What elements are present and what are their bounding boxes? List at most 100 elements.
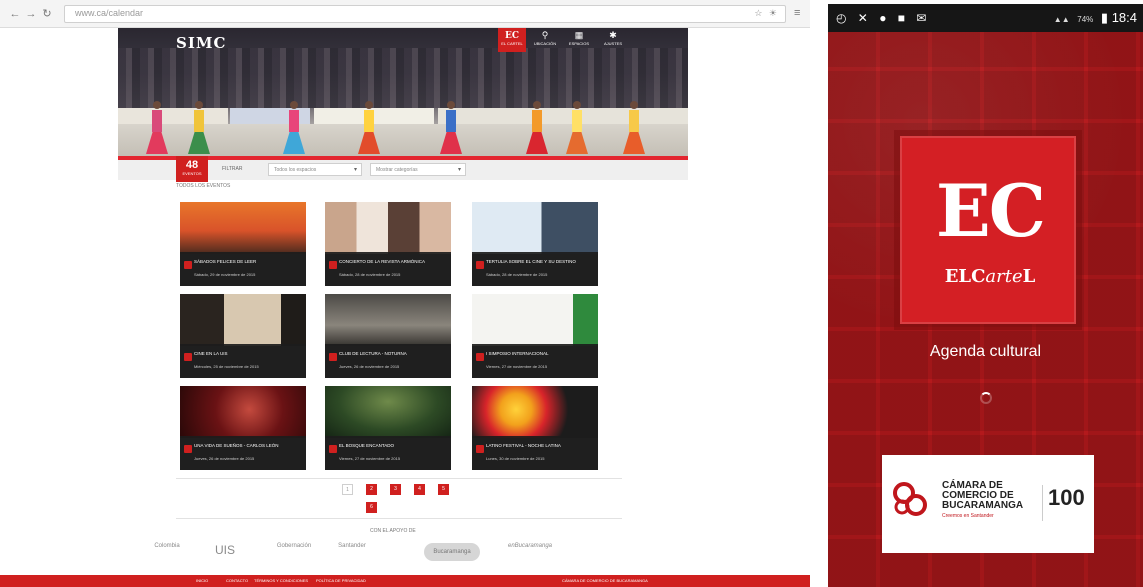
address-bar[interactable]: www.ca/calendar ☆ ☀ (64, 5, 786, 23)
event-date: Jueves, 26 de noviembre de 2015 (339, 364, 400, 369)
event-card[interactable]: TERTULIA SOBRE EL CINE Y SU DESTINO Sába… (472, 202, 598, 286)
dancer-figure (526, 101, 548, 154)
dancer-figure (358, 101, 380, 154)
event-card[interactable]: EL BOSQUE ENCANTADO Viernes, 27 de novie… (325, 386, 451, 470)
calendar-icon (476, 445, 484, 453)
footer-link[interactable]: TÉRMINOS Y CONDICIONES (254, 578, 308, 583)
bookmark-star-icon[interactable]: ☆ ☀ (754, 8, 779, 19)
event-caption: EL BOSQUE ENCANTADO Viernes, 27 de novie… (325, 436, 451, 470)
event-image (325, 294, 451, 346)
dancer-figure (566, 101, 588, 154)
calendar-icon (184, 353, 192, 361)
sponsor-card: CÁMARA DE COMERCIO DE BUCARAMANGA Creemo… (882, 455, 1094, 553)
event-card[interactable]: CINE EN LA UIS Miércoles, 25 de noviembr… (180, 294, 306, 378)
nav-spaces[interactable]: ▦ ESPACIOS (562, 30, 596, 52)
logo-monogram: EC (935, 168, 1046, 253)
reload-icon[interactable]: ↻ (40, 7, 54, 21)
calendar-icon (329, 353, 337, 361)
event-card[interactable]: LATINO FESTIVAL - NOCHE LATINA Lunes, 30… (472, 386, 598, 470)
sponsor-logo[interactable]: enBucaramanga (500, 543, 560, 561)
nav-settings-label: AJUSTES (603, 41, 622, 46)
footer-link[interactable]: POLÍTICA DE PRIVACIDAD (316, 578, 366, 583)
event-caption: SÁBADOS FELICES DE LEER Sábado, 29 de no… (180, 252, 306, 286)
back-arrow-icon[interactable]: ← (8, 7, 22, 21)
event-image (472, 294, 598, 346)
event-card[interactable]: CONCIERTO DE LA REVISTA ARMÓNICA Sábado,… (325, 202, 451, 286)
event-title: I SIMPOSIO INTERNACIONAL (486, 351, 549, 356)
nav-location-label: UBICACIÓN (533, 41, 557, 46)
event-card[interactable]: CLUB DE LECTURA - NOTURNA Jueves, 26 de … (325, 294, 451, 378)
footer-link[interactable]: CONTACTO (226, 578, 248, 583)
event-title: EL BOSQUE ENCANTADO (339, 443, 395, 448)
chevron-down-icon: ▾ (457, 167, 461, 173)
site-logo[interactable]: SIMC (176, 34, 226, 52)
page-button[interactable]: 6 (366, 502, 377, 513)
page-button[interactable]: 2 (366, 484, 377, 495)
anniversary-mark: 100 (1048, 485, 1085, 510)
nav-location[interactable]: ⚲ UBICACIÓN (528, 30, 562, 52)
browser-window: ← → ↻ www.ca/calendar ☆ ☀ ≡ SIMC EC EL C… (0, 0, 810, 587)
event-image (325, 202, 451, 254)
event-caption: CONCIERTO DE LA REVISTA ARMÓNICA Sábado,… (325, 252, 451, 286)
forward-arrow-icon[interactable]: → (24, 7, 38, 21)
sponsor-name: CÁMARA DE COMERCIO DE BUCARAMANGA (942, 480, 1024, 511)
page-button[interactable]: 1 (342, 484, 353, 495)
event-title: TERTULIA SOBRE EL CINE Y SU DESTINO (486, 259, 576, 264)
page-button[interactable]: 4 (414, 484, 425, 495)
chevron-down-icon: ▾ (353, 167, 357, 173)
event-date: Sábado, 28 de noviembre de 2015 (486, 272, 548, 277)
site-footer: INICIO CONTACTO TÉRMINOS Y CONDICIONES P… (0, 575, 810, 587)
browser-menu-icon[interactable]: ≡ (794, 7, 800, 19)
page-button[interactable]: 3 (390, 484, 401, 495)
ec-badge-mark: EC (504, 31, 520, 41)
event-title: CINE EN LA UIS (194, 351, 228, 356)
sponsor-logo[interactable]: UIS (208, 543, 242, 561)
sponsor-logo[interactable]: Colombia (140, 543, 194, 561)
calendar-icon (184, 261, 192, 269)
arena-banner (438, 108, 688, 124)
battery-percent: 74% (1077, 15, 1094, 24)
footer-credit[interactable]: CÁMARA DE COMERCIO DE BUCARAMANGA (562, 578, 648, 583)
event-caption: CINE EN LA UIS Miércoles, 25 de noviembr… (180, 344, 306, 378)
event-title: UNA VIDA DE SUEÑOS - CARLOS LEÓN (194, 443, 279, 448)
event-count-label: EVENTOS (182, 171, 202, 176)
event-image (472, 386, 598, 438)
stadium-stands (118, 48, 688, 108)
spaces-select[interactable]: Todos los espacios ▾ (268, 163, 362, 176)
nav-settings[interactable]: ✱ AJUSTES (596, 30, 630, 52)
category-select[interactable]: Mostrar categorías ▾ (370, 163, 466, 176)
event-card[interactable]: SÁBADOS FELICES DE LEER Sábado, 29 de no… (180, 202, 306, 286)
event-image (180, 202, 306, 254)
content-divider (176, 478, 622, 479)
all-events-heading: TODOS LOS EVENTOS (176, 183, 231, 189)
page-button[interactable]: 5 (438, 484, 449, 495)
el-cartel-badge[interactable]: EC EL CARTEL (498, 28, 526, 52)
event-title: LATINO FESTIVAL - NOCHE LATINA (486, 443, 561, 448)
dancer-figure (283, 101, 305, 154)
event-count: 48 (185, 159, 199, 171)
notification-icons: ◴ ✕ ● ■ ✉ (836, 11, 931, 25)
event-date: Miércoles, 25 de noviembre de 2015 (194, 364, 259, 369)
calendar-icon (329, 261, 337, 269)
sponsor-logo[interactable]: Bucaramanga (424, 543, 480, 561)
event-image (325, 386, 451, 438)
battery-icon: ▮ (1100, 10, 1109, 25)
dancer-figure (623, 101, 645, 154)
footer-link[interactable]: INICIO (196, 578, 208, 583)
spaces-select-value: Todos los espacios (274, 167, 317, 173)
filter-label: FILTRAR (222, 166, 243, 172)
event-card[interactable]: UNA VIDA DE SUEÑOS - CARLOS LEÓN Jueves,… (180, 386, 306, 470)
event-date: Lunes, 30 de noviembre de 2015 (486, 456, 545, 461)
loading-spinner-icon (980, 392, 992, 404)
content-divider (176, 518, 622, 519)
event-card[interactable]: I SIMPOSIO INTERNACIONAL Viernes, 27 de … (472, 294, 598, 378)
event-image (472, 202, 598, 254)
status-bar: ◴ ✕ ● ■ ✉ ▲▲ 74% ▮ 18:4 (828, 4, 1143, 32)
dancer-figure (440, 101, 462, 154)
calendar-icon (329, 445, 337, 453)
sponsor-logo[interactable]: Gobernación (262, 543, 326, 561)
event-count-badge: 48 EVENTOS (176, 156, 208, 182)
sponsor-logo[interactable]: Santander (338, 543, 366, 561)
sponsor-divider (1042, 485, 1043, 521)
status-right: ▲▲ 74% ▮ 18:4 (1054, 10, 1137, 26)
